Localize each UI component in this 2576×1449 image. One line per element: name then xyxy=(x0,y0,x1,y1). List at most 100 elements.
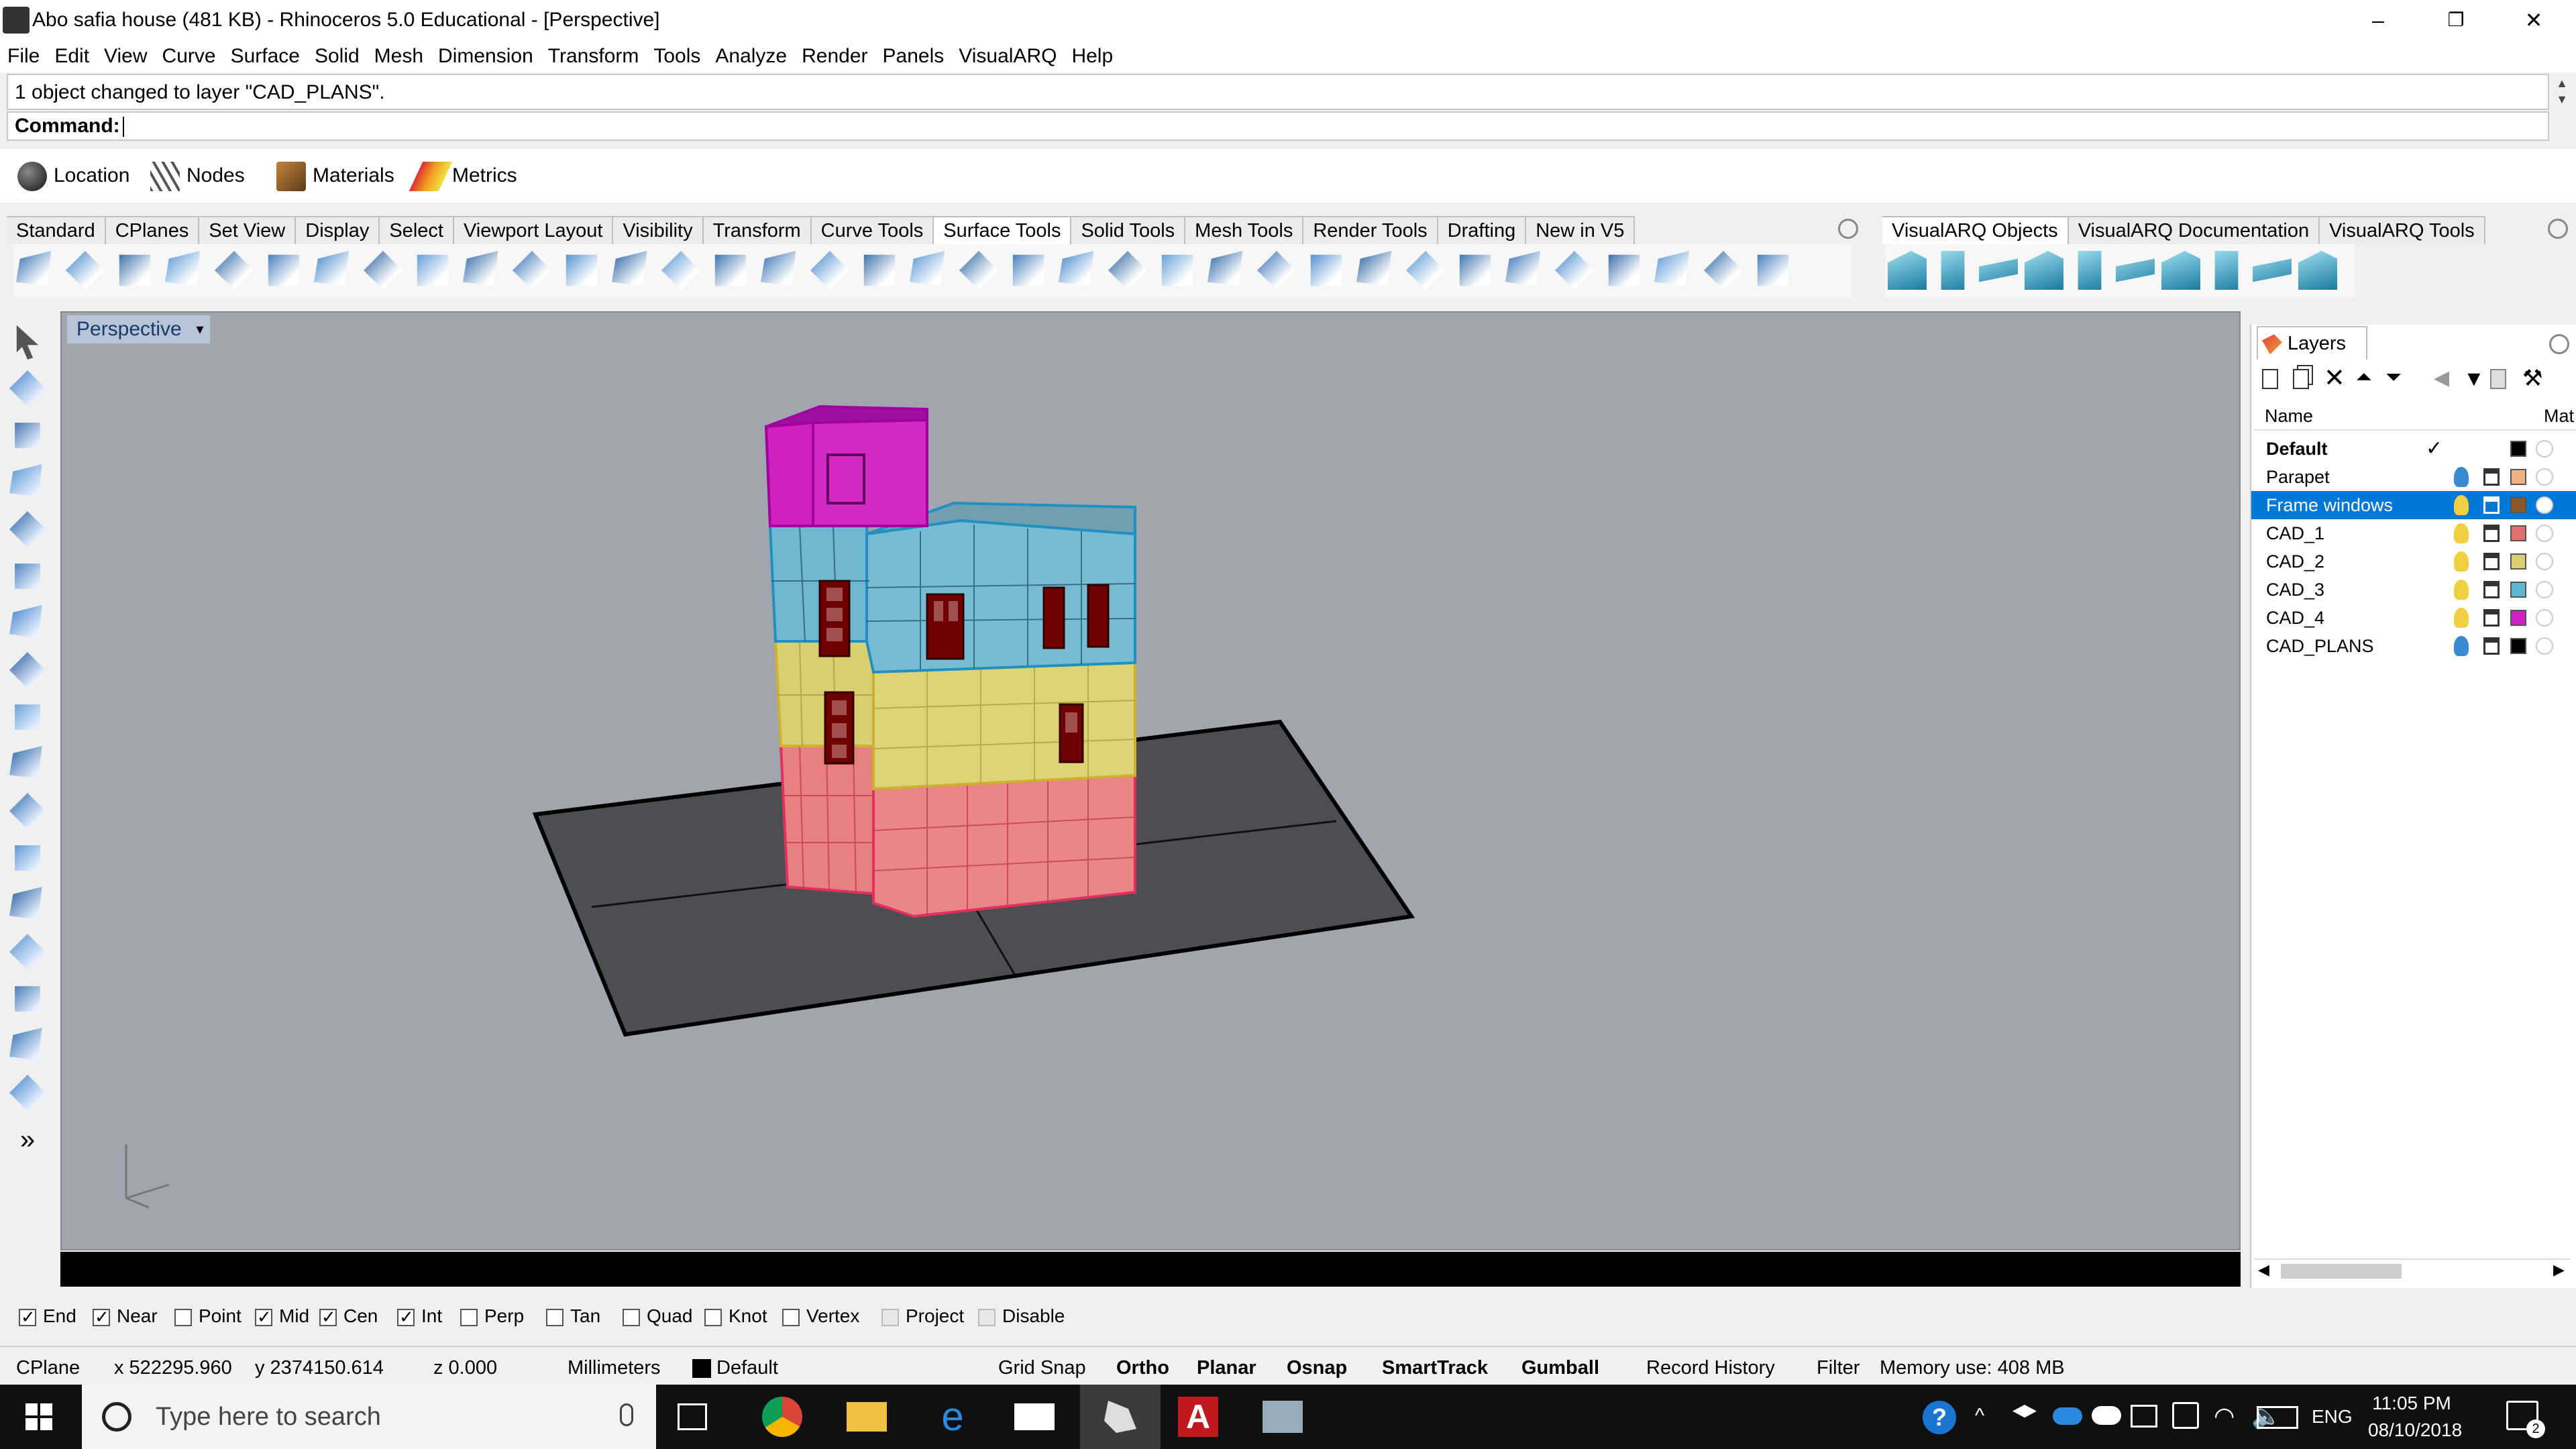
menu-analyze[interactable]: Analyze xyxy=(708,40,794,72)
tab-standard[interactable]: Standard xyxy=(7,216,106,244)
sweep-icon[interactable] xyxy=(761,251,796,286)
layer-row[interactable]: CAD_1 xyxy=(2251,519,2576,547)
menu-render[interactable]: Render xyxy=(794,40,875,72)
curvature-icon[interactable] xyxy=(1757,254,1789,286)
visibility-bulb-icon[interactable] xyxy=(2454,495,2469,515)
fillet-edge-icon[interactable] xyxy=(16,251,52,286)
fit-icon[interactable] xyxy=(863,254,896,286)
osnap-checkbox[interactable] xyxy=(397,1306,415,1328)
osnap-cen[interactable]: Cen xyxy=(319,1305,378,1328)
osnap-checkbox[interactable] xyxy=(19,1306,36,1328)
osnap-checkbox[interactable] xyxy=(782,1308,800,1326)
scroll-left-icon[interactable]: ◀ xyxy=(2258,1261,2269,1279)
delete-layer-icon[interactable]: ✕ xyxy=(2324,365,2345,392)
lock-icon[interactable] xyxy=(2483,609,2500,627)
window-icon[interactable] xyxy=(2078,251,2102,290)
transform-icon[interactable] xyxy=(9,934,46,970)
teamviewer-icon[interactable] xyxy=(1263,1401,1303,1433)
contour-icon[interactable] xyxy=(1356,251,1392,286)
polyline-icon[interactable] xyxy=(15,423,40,448)
layer-material-icon[interactable] xyxy=(2536,496,2553,514)
tab-transform[interactable]: Transform xyxy=(703,216,812,244)
analyze-icon[interactable] xyxy=(1012,254,1044,286)
flow-icon[interactable] xyxy=(661,251,700,290)
osnap-toggle[interactable]: Osnap xyxy=(1287,1347,1347,1389)
dropbox-icon[interactable] xyxy=(2012,1405,2037,1418)
extrude-icon[interactable] xyxy=(15,564,40,589)
layer-color-swatch[interactable] xyxy=(2510,441,2526,457)
lock-icon[interactable] xyxy=(2483,637,2500,655)
dimension-icon[interactable] xyxy=(15,986,40,1012)
surface-icon[interactable] xyxy=(9,511,46,547)
layer-row[interactable]: Parapet xyxy=(2251,463,2576,491)
patch-icon[interactable] xyxy=(1310,254,1342,286)
lock-icon[interactable] xyxy=(2483,553,2500,570)
osnap-int[interactable]: Int xyxy=(397,1305,442,1328)
layer-color-swatch[interactable] xyxy=(2510,525,2526,541)
scroll-thumb[interactable] xyxy=(2281,1264,2402,1279)
osnap-project[interactable]: Project xyxy=(881,1305,964,1327)
move-uvn-icon[interactable] xyxy=(1161,254,1193,286)
layer-icon[interactable] xyxy=(9,1075,46,1111)
menu-edit[interactable]: Edit xyxy=(47,40,97,72)
gumball-toggle[interactable]: Gumball xyxy=(1521,1347,1599,1389)
wall-icon[interactable] xyxy=(1888,251,1927,290)
layer-material-icon[interactable] xyxy=(2536,553,2553,570)
visibility-bulb-icon[interactable] xyxy=(2454,523,2469,543)
clipboard-icon[interactable] xyxy=(2490,369,2506,389)
mail-icon[interactable] xyxy=(1014,1403,1055,1430)
new-layer-icon[interactable] xyxy=(2262,369,2278,389)
match-icon[interactable] xyxy=(463,251,498,286)
menu-surface[interactable]: Surface xyxy=(223,40,307,72)
select-arrow-icon[interactable] xyxy=(16,325,39,360)
roof-icon[interactable] xyxy=(2253,258,2292,282)
autocad-icon[interactable]: A xyxy=(1178,1397,1218,1437)
visualarq-options-gear-icon[interactable] xyxy=(2548,219,2568,239)
new-sublayer-icon[interactable] xyxy=(2293,369,2309,389)
tab-cplanes[interactable]: CPlanes xyxy=(105,216,200,244)
start-button[interactable] xyxy=(25,1403,52,1430)
material-column-header[interactable]: Mat xyxy=(2544,402,2574,429)
osnap-checkbox[interactable] xyxy=(93,1306,110,1328)
osnap-knot[interactable]: Knot xyxy=(704,1305,767,1327)
menu-curve[interactable]: Curve xyxy=(155,40,223,72)
layers-horizontal-scrollbar[interactable]: ◀ ▶ xyxy=(2254,1258,2571,1283)
wifi-icon[interactable]: ◠ xyxy=(2214,1402,2235,1430)
smarttrack-toggle[interactable]: SmartTrack xyxy=(1382,1347,1488,1389)
ortho-toggle[interactable]: Ortho xyxy=(1116,1347,1169,1389)
grid-snap-toggle[interactable]: Grid Snap xyxy=(998,1347,1086,1389)
move-down-icon[interactable]: ⏷ xyxy=(2385,366,2402,389)
tab-mesh-tools[interactable]: Mesh Tools xyxy=(1185,216,1304,244)
draft-icon[interactable] xyxy=(1704,251,1743,290)
keyboard-icon[interactable] xyxy=(2257,1406,2298,1429)
explode-icon[interactable] xyxy=(1406,251,1445,290)
sphere-icon[interactable] xyxy=(9,652,46,688)
extend-surface-icon[interactable] xyxy=(165,251,201,286)
menu-transform[interactable]: Transform xyxy=(541,40,647,72)
layer-material-icon[interactable] xyxy=(2536,468,2553,486)
render-icon[interactable] xyxy=(9,1028,42,1061)
history-scroll-arrows[interactable]: ▲ ▼ xyxy=(2552,75,2572,109)
pipe-icon[interactable] xyxy=(1257,251,1296,290)
current-layer[interactable]: Default xyxy=(716,1347,778,1389)
layer-row[interactable]: CAD_3 xyxy=(2251,576,2576,604)
menu-file[interactable]: File xyxy=(0,40,47,72)
blend-surface-icon[interactable] xyxy=(66,251,105,290)
menu-help[interactable]: Help xyxy=(1064,40,1120,72)
visibility-bulb-icon[interactable] xyxy=(2454,551,2469,572)
osnap-checkbox[interactable] xyxy=(978,1308,996,1326)
columns-icon[interactable] xyxy=(1505,251,1541,286)
visibility-bulb-icon[interactable] xyxy=(2454,608,2469,628)
tab-select[interactable]: Select xyxy=(380,216,454,244)
tab-set-view[interactable]: Set View xyxy=(199,216,297,244)
layer-row[interactable]: CAD_PLANS xyxy=(2251,632,2576,660)
unroll-icon[interactable] xyxy=(612,251,647,286)
layers-options-gear-icon[interactable] xyxy=(2549,334,2569,354)
lock-icon[interactable] xyxy=(2483,581,2500,598)
tab-surface-tools[interactable]: Surface Tools xyxy=(934,216,1072,244)
layer-color-swatch[interactable] xyxy=(2510,497,2526,513)
osnap-checkbox[interactable] xyxy=(255,1306,272,1328)
osnap-near[interactable]: Near xyxy=(93,1305,158,1328)
layer-material-icon[interactable] xyxy=(2536,525,2553,542)
menu-panels[interactable]: Panels xyxy=(875,40,952,72)
